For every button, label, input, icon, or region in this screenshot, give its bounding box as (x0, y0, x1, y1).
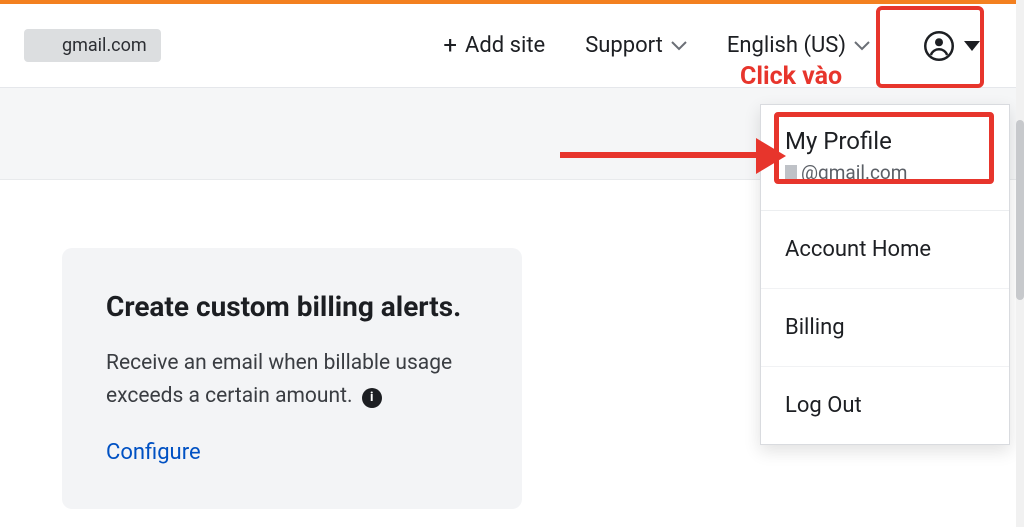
header-bar: gmail.com + Add site Support English (US… (0, 4, 1016, 88)
chevron-down-icon (964, 41, 980, 51)
menu-item-log-out[interactable]: Log Out (761, 367, 1009, 444)
scrollbar-thumb[interactable] (1016, 120, 1024, 300)
support-dropdown[interactable]: Support (585, 33, 687, 58)
card-body: Receive an email when billable usage exc… (106, 347, 482, 412)
language-dropdown[interactable]: English (US) (727, 33, 870, 58)
add-site-button[interactable]: + Add site (443, 32, 545, 60)
info-icon[interactable]: i (362, 388, 382, 408)
menu-item-my-profile[interactable]: My Profile @gmail.com (761, 105, 1009, 211)
redaction-block-icon (785, 165, 797, 181)
vertical-scrollbar[interactable] (1016, 0, 1024, 527)
add-site-label: Add site (465, 33, 545, 58)
chevron-down-icon (671, 41, 687, 51)
user-icon (924, 31, 954, 61)
card-body-line1: Receive an email when billable usage (106, 351, 452, 375)
account-email-pill[interactable]: gmail.com (24, 29, 161, 62)
configure-link[interactable]: Configure (106, 440, 201, 465)
language-label: English (US) (727, 33, 846, 58)
support-label: Support (585, 33, 663, 58)
menu-item-account-home[interactable]: Account Home (761, 211, 1009, 289)
menu-item-billing[interactable]: Billing (761, 289, 1009, 367)
card-title: Create custom billing alerts. (106, 290, 482, 323)
billing-alerts-card: Create custom billing alerts. Receive an… (62, 248, 522, 509)
my-profile-email: @gmail.com (785, 161, 985, 184)
header-nav: + Add site Support English (US) (443, 25, 994, 67)
plus-icon: + (443, 31, 457, 59)
user-dropdown-menu: My Profile @gmail.com Account Home Billi… (760, 104, 1010, 445)
chevron-down-icon (854, 41, 870, 51)
card-body-line2: exceeds a certain amount. (106, 384, 353, 408)
user-menu-button[interactable] (910, 25, 994, 67)
my-profile-label: My Profile (785, 127, 985, 155)
my-profile-email-text: @gmail.com (801, 161, 907, 184)
